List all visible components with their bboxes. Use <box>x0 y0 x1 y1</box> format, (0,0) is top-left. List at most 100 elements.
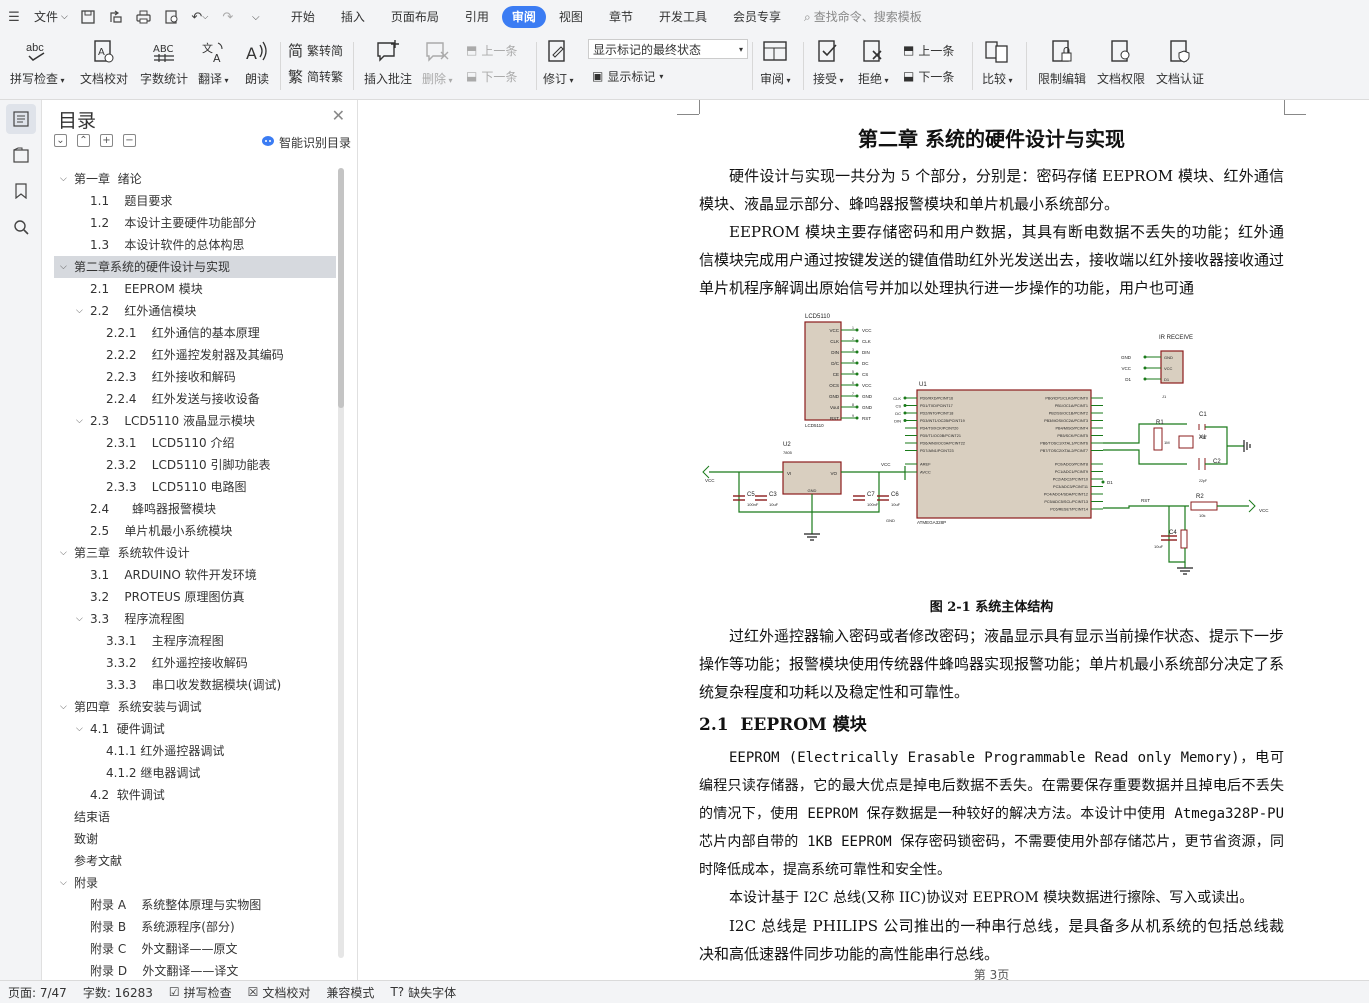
toc-item[interactable]: 2.2.1 红外通信的基本原理 <box>54 322 336 344</box>
expand-chevron-icon[interactable]: ⌵ <box>60 872 67 894</box>
toc-item[interactable]: 3.3.1 主程序流程图 <box>54 630 336 652</box>
toc-item[interactable]: ⌵ 4.1 硬件调试 <box>54 718 336 740</box>
toc-item[interactable]: 1.3 本设计软件的总体构思 <box>54 234 336 256</box>
tab-3[interactable]: 引用 <box>452 6 502 28</box>
save-icon[interactable] <box>74 5 102 29</box>
toc-item[interactable]: ⌵ 第三章 系统软件设计 <box>54 542 336 564</box>
toc-item[interactable]: 3.3.3 串口收发数据模块(调试) <box>54 674 336 696</box>
more-chevron-icon[interactable]: ⌵ <box>242 5 270 29</box>
page-indicator[interactable]: 页面: 7/47 <box>0 984 75 1001</box>
tab-6[interactable]: 章节 <box>596 6 646 28</box>
status-spell-check[interactable]: ☑ 拼写检查 <box>161 984 240 1001</box>
toc-scrollbar-thumb[interactable] <box>338 168 344 408</box>
toc-item[interactable]: 附录 A 系统整体原理与实物图 <box>54 894 336 916</box>
print-icon[interactable] <box>130 5 158 29</box>
next-change-button[interactable]: ⬓ 下一条 <box>903 65 954 87</box>
doc-permission-button[interactable]: 文档权限 <box>1097 38 1145 87</box>
toc-item[interactable]: ⌵ 第二章系统的硬件设计与实现 <box>54 256 336 278</box>
toc-item[interactable]: 2.2.2 红外遥控发射器及其编码 <box>54 344 336 366</box>
toc-scrollbar[interactable] <box>338 168 344 958</box>
undo-icon[interactable]: ↶ ⌵ <box>186 5 214 29</box>
accept-button[interactable]: 接受 ▾ <box>813 38 844 87</box>
tab-5[interactable]: 视图 <box>546 6 596 28</box>
toc-item[interactable]: 附录 D 外文翻译——译文 <box>54 960 336 982</box>
toc-item[interactable]: 1.2 本设计主要硬件功能部分 <box>54 212 336 234</box>
toc-item[interactable]: 2.2.3 红外接收和解码 <box>54 366 336 388</box>
prev-comment-button[interactable]: ⬒ 上一条 <box>466 39 517 61</box>
word-count-button[interactable]: ABC 字数统计 <box>140 38 188 87</box>
toc-item[interactable]: 参考文献 <box>54 850 336 872</box>
prev-change-button[interactable]: ⬒ 上一条 <box>903 39 954 61</box>
file-menu[interactable]: 文件 ⌵ <box>28 5 74 29</box>
restrict-edit-button[interactable]: 限制编辑 <box>1038 38 1086 87</box>
toc-item[interactable]: 3.1 ARDUINO 软件开发环境 <box>54 564 336 586</box>
doc-proof-button[interactable]: A 文档校对 <box>80 38 128 87</box>
insert-comment-button[interactable]: 插入批注 <box>364 38 412 87</box>
missing-font-button[interactable]: T? 缺失字体 <box>382 984 464 1001</box>
next-comment-button[interactable]: ⬓ 下一条 <box>466 65 517 87</box>
hamburger-icon[interactable]: ☰ <box>0 5 28 29</box>
add-heading-icon[interactable]: + <box>100 134 113 147</box>
toc-item[interactable]: 附录 B 系统源程序(部分) <box>54 916 336 938</box>
toc-item[interactable]: ⌵ 2.2 红外通信模块 <box>54 300 336 322</box>
revise-button[interactable]: 修订 ▾ <box>543 38 574 87</box>
tab-4[interactable]: 审阅 <box>501 6 546 28</box>
translate-button[interactable]: 文A 翻译 ▾ <box>198 38 229 87</box>
export-icon[interactable] <box>102 5 130 29</box>
remove-heading-icon[interactable]: − <box>123 134 136 147</box>
expand-chevron-icon[interactable]: ⌵ <box>76 300 83 322</box>
print-preview-icon[interactable] <box>158 5 186 29</box>
chapter-nav-icon[interactable] <box>6 140 36 170</box>
toc-item[interactable]: ⌵ 2.3 LCD5110 液晶显示模块 <box>54 410 336 432</box>
toc-item[interactable]: 2.2.4 红外发送与接收设备 <box>54 388 336 410</box>
outline-icon[interactable] <box>6 104 36 134</box>
toc-item[interactable]: 2.5 单片机最小系统模块 <box>54 520 336 542</box>
word-count-indicator[interactable]: 字数: 16283 <box>75 984 161 1001</box>
compat-mode[interactable]: 兼容模式 <box>318 984 382 1001</box>
collapse-all-icon[interactable]: ⌄ <box>54 134 67 147</box>
toc-item[interactable]: ⌵ 第一章 绪论 <box>54 168 336 190</box>
toc-item[interactable]: 2.4 蜂鸣器报警模块 <box>54 498 336 520</box>
status-doc-proof[interactable]: ☒ 文档校对 <box>240 984 319 1001</box>
expand-all-icon[interactable]: ⌃ <box>77 134 90 147</box>
toc-item[interactable]: 2.3.1 LCD5110 介绍 <box>54 432 336 454</box>
toc-item[interactable]: 3.2 PROTEUS 原理图仿真 <box>54 586 336 608</box>
toc-item[interactable]: ⌵ 3.3 程序流程图 <box>54 608 336 630</box>
expand-chevron-icon[interactable]: ⌵ <box>60 696 67 718</box>
toc-item[interactable]: 结束语 <box>54 806 336 828</box>
toc-item[interactable]: 2.1 EEPROM 模块 <box>54 278 336 300</box>
toc-item[interactable]: 1.1 题目要求 <box>54 190 336 212</box>
simp-to-trad-button[interactable]: 繁简转繁 <box>288 65 343 87</box>
compare-button[interactable]: 比较 ▾ <box>982 38 1013 87</box>
toc-item[interactable]: 4.1.1 红外遥控器调试 <box>54 740 336 762</box>
tab-2[interactable]: 页面布局 <box>378 6 452 28</box>
markup-select[interactable]: 显示标记的最终状态 ▾ <box>588 39 748 59</box>
toc-item[interactable]: 4.2 软件调试 <box>54 784 336 806</box>
tab-1[interactable]: 插入 <box>328 6 378 28</box>
delete-comment-button[interactable]: 删除 ▾ <box>422 38 453 87</box>
reject-button[interactable]: 拒绝 ▾ <box>858 38 889 87</box>
document-page[interactable]: 第二章 系统的硬件设计与实现 硬件设计与实现一共分为 5 个部分，分别是：密码存… <box>587 100 1369 982</box>
trad-to-simp-button[interactable]: 简繁转简 <box>288 39 343 61</box>
read-aloud-button[interactable]: A 朗读 <box>243 38 271 87</box>
redo-icon[interactable]: ↷ <box>214 5 242 29</box>
doc-auth-button[interactable]: 文档认证 <box>1156 38 1204 87</box>
expand-chevron-icon[interactable]: ⌵ <box>60 256 67 278</box>
search-commands[interactable]: ⌕ 查找命令、搜索模板 <box>798 5 928 29</box>
expand-chevron-icon[interactable]: ⌵ <box>76 410 83 432</box>
toc-item[interactable]: ⌵ 附录 <box>54 872 336 894</box>
tab-7[interactable]: 开发工具 <box>646 6 720 28</box>
toc-item[interactable]: 4.1.2 继电器调试 <box>54 762 336 784</box>
toc-item[interactable]: 致谢 <box>54 828 336 850</box>
toc-item[interactable]: 2.3.2 LCD5110 引脚功能表 <box>54 454 336 476</box>
toc-item[interactable]: 附录 C 外文翻译——原文 <box>54 938 336 960</box>
expand-chevron-icon[interactable]: ⌵ <box>60 168 67 190</box>
expand-chevron-icon[interactable]: ⌵ <box>76 608 83 630</box>
toc-item[interactable]: 2.3.3 LCD5110 电路图 <box>54 476 336 498</box>
find-icon[interactable] <box>6 212 36 242</box>
toc-item[interactable]: ⌵ 第四章 系统安装与调试 <box>54 696 336 718</box>
close-icon[interactable]: ✕ <box>332 106 345 125</box>
tab-8[interactable]: 会员专享 <box>720 6 794 28</box>
bookmark-icon[interactable] <box>6 176 36 206</box>
expand-chevron-icon[interactable]: ⌵ <box>76 718 83 740</box>
